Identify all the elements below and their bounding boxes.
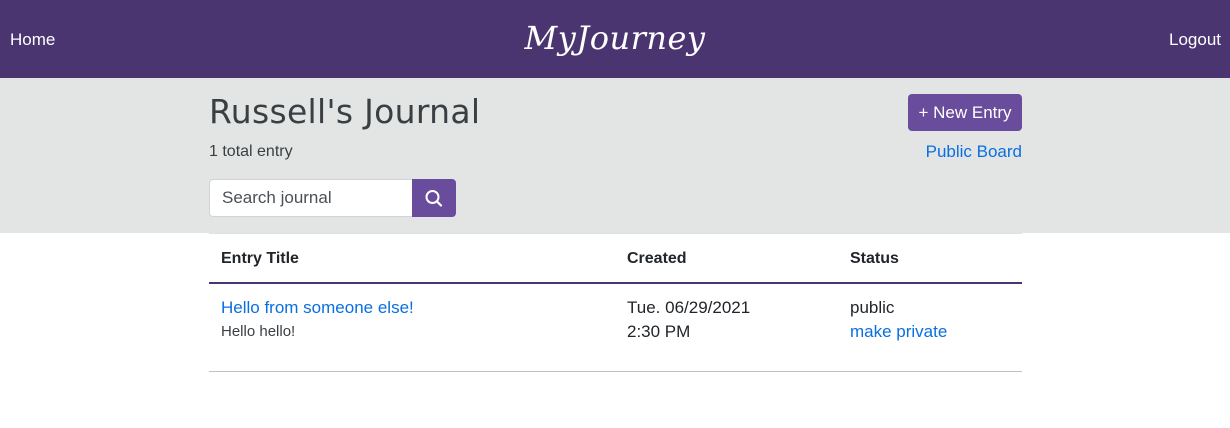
column-header-created: Created <box>627 250 687 267</box>
entry-title-link[interactable]: Hello from someone else! <box>221 298 414 318</box>
table-top-border <box>209 233 1022 234</box>
table-header-divider <box>209 282 1022 284</box>
search-icon <box>425 190 443 207</box>
brand-logo[interactable]: MyJourney <box>0 18 1230 58</box>
column-header-entry-title: Entry Title <box>221 250 299 267</box>
journal-header <box>0 78 1230 233</box>
search-button[interactable] <box>412 179 456 217</box>
make-private-link[interactable]: make private <box>850 322 947 342</box>
public-board-link[interactable]: Public Board <box>926 142 1022 162</box>
page-title: Russell's Journal <box>209 92 481 131</box>
search-input[interactable] <box>209 179 413 217</box>
top-navbar: Home MyJourney Logout <box>0 0 1230 78</box>
created-date: Tue. 06/29/2021 <box>627 298 751 317</box>
entry-count: 1 total entry <box>209 143 293 160</box>
logout-link[interactable]: Logout <box>1169 30 1221 50</box>
status-badge: public <box>850 298 895 317</box>
column-header-status: Status <box>850 250 899 267</box>
table-bottom-border <box>209 371 1022 372</box>
created-time: 2:30 PM <box>627 322 691 341</box>
entry-preview: Hello hello! <box>221 323 296 340</box>
new-entry-button[interactable]: + New Entry <box>908 94 1022 131</box>
